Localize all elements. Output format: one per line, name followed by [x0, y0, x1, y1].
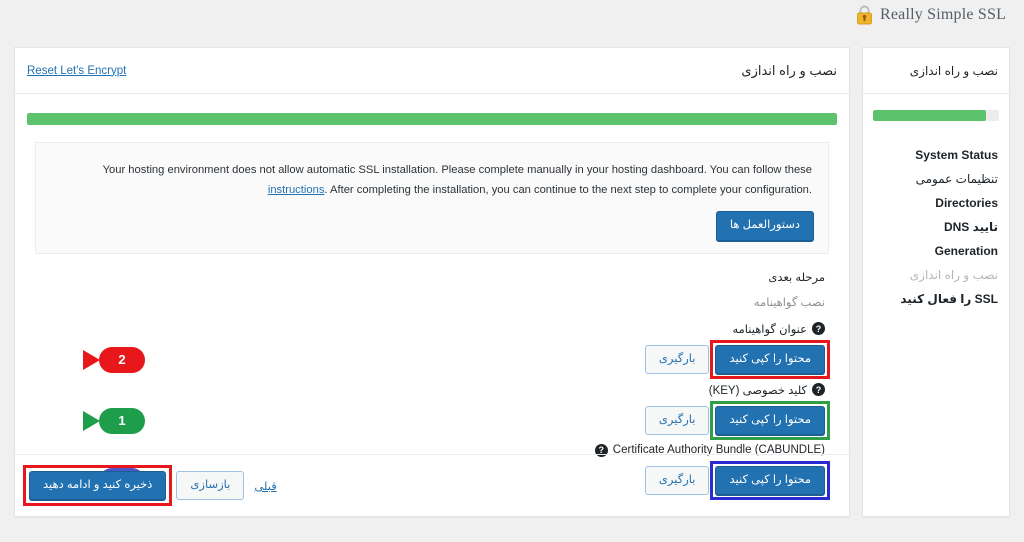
- copy-private-key-button[interactable]: محتوا را کپی کنید: [715, 405, 825, 436]
- sidebar-item-directories[interactable]: Directories: [874, 191, 998, 215]
- field-label-certificate: ? عنوان گواهینامه: [39, 322, 825, 336]
- sidebar-progress-fill: [873, 110, 987, 121]
- notice-text-part1: Your hosting environment does not allow …: [102, 164, 812, 176]
- setup-main-card: نصب و راه اندازی Reset Let's Encrypt You…: [14, 47, 850, 517]
- next-step-sublabel: نصب گواهینامه: [753, 296, 825, 309]
- help-icon[interactable]: ?: [812, 322, 825, 336]
- regenerate-button[interactable]: بازسازی: [176, 470, 245, 501]
- reset-lets-encrypt-link[interactable]: Reset Let's Encrypt: [27, 65, 126, 77]
- sidebar-item-generation[interactable]: Generation: [874, 239, 998, 263]
- hosting-notice: Your hosting environment does not allow …: [35, 142, 829, 254]
- callout-1-number: 1: [99, 407, 145, 434]
- setup-progress-fill: [27, 113, 837, 125]
- sidebar-header: نصب و راه اندازی: [863, 48, 1009, 94]
- lock-icon: [856, 5, 873, 25]
- copy-certificate-button[interactable]: محتوا را کپی کنید: [715, 344, 825, 375]
- hosting-notice-text: Your hosting environment does not allow …: [50, 157, 814, 200]
- main-card-body: Your hosting environment does not allow …: [15, 94, 849, 501]
- field-label-private-key-text: کلید خصوصی (KEY): [708, 384, 807, 397]
- callout-1: 1: [83, 407, 145, 434]
- sidebar-step-list: System Status تنظیمات عمومی Directories …: [863, 143, 1009, 311]
- app-page: Really Simple SSL نصب و راه اندازی Reset…: [0, 0, 1024, 542]
- sidebar-title: نصب و راه اندازی: [909, 63, 998, 78]
- main-card-header: نصب و راه اندازی Reset Let's Encrypt: [15, 48, 849, 94]
- setup-progress-bar: [27, 113, 837, 125]
- page-title: نصب و راه اندازی: [741, 62, 837, 78]
- copy-private-key-wrap: محتوا را کپی کنید: [710, 401, 830, 441]
- sidebar-item-dns-verification[interactable]: تایید DNS: [874, 215, 998, 239]
- sidebar-item-activate-ssl[interactable]: SSL را فعال کنید: [874, 287, 998, 311]
- main-card-footer: ذخیره کنید و ادامه دهید بازسازی قبلی: [15, 454, 849, 516]
- notice-text-part2: . After completing the installation, you…: [324, 183, 812, 196]
- brand-name: Really Simple SSL: [880, 6, 1007, 23]
- download-certificate-button[interactable]: بارگیری: [644, 344, 710, 375]
- setup-sidebar: نصب و راه اندازی System Status تنظیمات ع…: [862, 47, 1010, 517]
- copy-certificate-wrap: محتوا را کپی کنید: [710, 340, 830, 380]
- save-and-continue-button[interactable]: ذخیره کنید و ادامه دهید: [29, 470, 167, 501]
- instructions-button[interactable]: دستورالعمل ها: [715, 211, 814, 241]
- next-step-label: مرحله بعدی: [768, 271, 825, 284]
- callout-2-number: 2: [99, 346, 145, 373]
- field-label-private-key: ? کلید خصوصی (KEY): [39, 383, 825, 397]
- brand-logo: Really Simple SSL: [856, 5, 1006, 25]
- sidebar-progress-bar: [873, 110, 999, 121]
- instructions-link[interactable]: instructions: [268, 184, 325, 196]
- brand-header: Really Simple SSL: [0, 0, 1024, 38]
- download-private-key-button[interactable]: بارگیری: [644, 405, 710, 436]
- sidebar-item-installation[interactable]: نصب و راه اندازی: [874, 263, 998, 287]
- save-button-wrap: ذخیره کنید و ادامه دهید: [22, 464, 173, 507]
- sidebar-item-system-status[interactable]: System Status: [874, 143, 998, 167]
- sidebar-item-general-settings[interactable]: تنظیمات عمومی: [874, 167, 998, 191]
- field-row-private-key: 1 محتوا را کپی کنید بارگیری: [39, 401, 830, 441]
- help-icon[interactable]: ?: [812, 383, 825, 397]
- callout-2-arrow: [83, 349, 100, 370]
- hosting-notice-actions: دستورالعمل ها: [50, 211, 814, 241]
- callout-2: 2: [83, 346, 145, 373]
- callout-1-arrow: [83, 410, 100, 431]
- previous-link[interactable]: قبلی: [254, 479, 276, 493]
- field-row-certificate: 2 محتوا را کپی کنید بارگیری: [39, 340, 830, 380]
- field-label-certificate-text: عنوان گواهینامه: [732, 323, 807, 336]
